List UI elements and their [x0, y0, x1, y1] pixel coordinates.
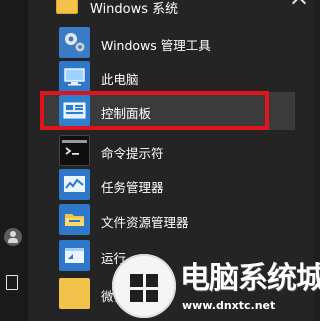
file-explorer-icon [59, 204, 90, 235]
list-item-label: 命令提示符 [101, 146, 164, 161]
run-icon [59, 240, 90, 271]
start-left-rail [0, 0, 28, 321]
group-windows-system[interactable]: Windows 系统 [56, 0, 314, 20]
list-item-label: 任务管理器 [101, 180, 164, 195]
chevron-up-icon [291, 0, 307, 11]
list-item-admin-tools[interactable]: Windows 管理工具 [59, 27, 299, 63]
list-item-file-explorer[interactable]: 文件资源管理器 [59, 204, 299, 240]
list-item-cmd[interactable]: 命令提示符 [59, 135, 299, 171]
documents-icon[interactable] [6, 275, 18, 290]
list-item-label: 此电脑 [101, 72, 139, 87]
folder-icon [56, 0, 78, 14]
group-title: Windows 系统 [90, 2, 179, 17]
user-avatar-icon[interactable] [4, 228, 22, 246]
list-item-label: Windows 管理工具 [101, 38, 211, 53]
wechat-icon [59, 278, 90, 309]
this-pc-icon [59, 61, 90, 92]
watermark-logo-icon [112, 254, 176, 318]
task-manager-icon [59, 169, 90, 200]
admin-tools-icon [59, 27, 90, 58]
watermark-url: www.dnxtc.net [182, 299, 276, 312]
highlight-box [40, 91, 269, 130]
watermark: 电脑系统城 www.dnxtc.net [112, 252, 320, 321]
windows-logo-icon [130, 274, 158, 302]
cmd-icon [59, 135, 90, 166]
list-item-task-manager[interactable]: 任务管理器 [59, 169, 299, 205]
watermark-title: 电脑系统城 [180, 261, 320, 296]
list-item-label: 文件资源管理器 [101, 215, 189, 230]
